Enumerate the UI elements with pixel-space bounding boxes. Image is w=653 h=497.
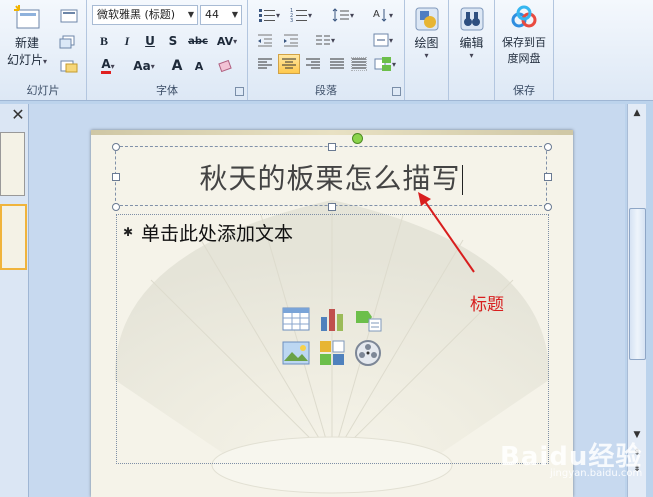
annotation-arrow [418,192,475,273]
annotation-label: 标题 [470,295,504,315]
baidu-watermark-url: jingyan.baidu.com [550,468,643,479]
